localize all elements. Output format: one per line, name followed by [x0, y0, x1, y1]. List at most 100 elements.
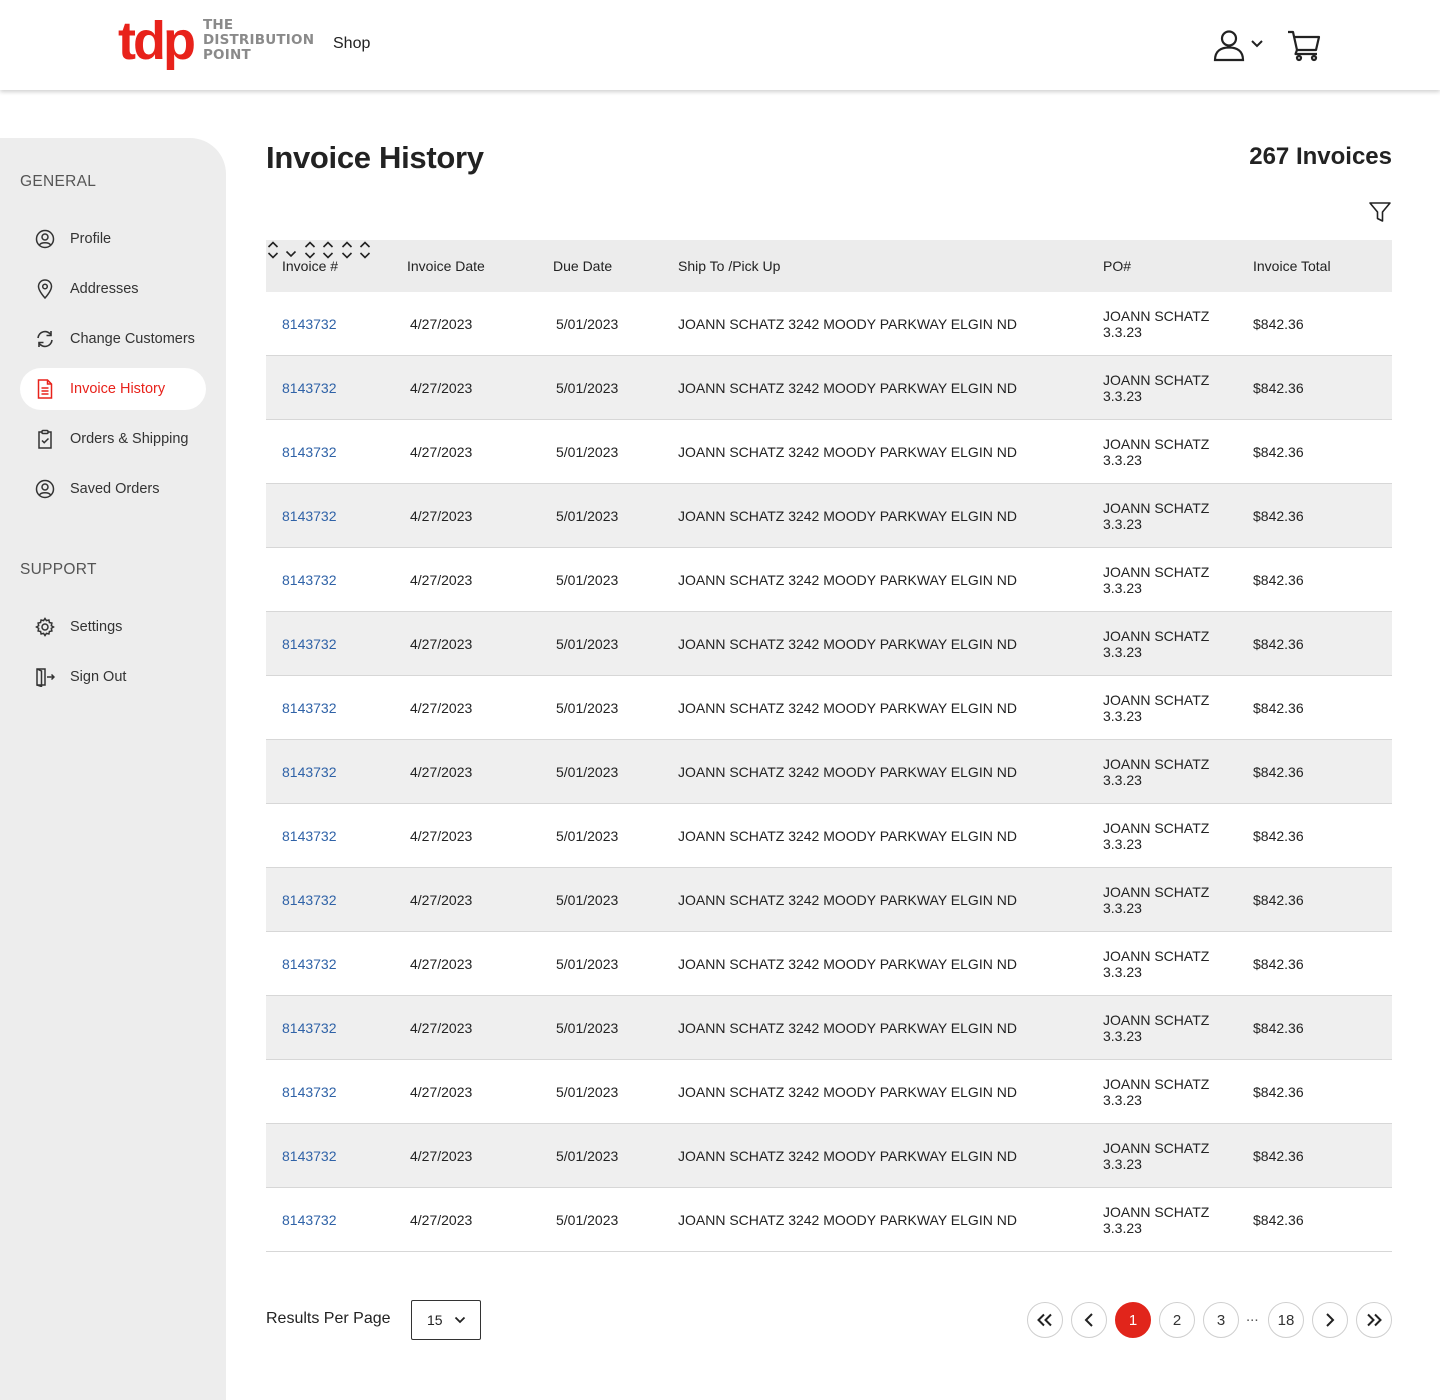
po-number-cell: JOANN SCHATZ 3.3.23: [1103, 996, 1209, 1060]
ship-to-cell: JOANN SCHATZ 3242 MOODY PARKWAY ELGIN ND: [678, 956, 1017, 972]
po-line-1: JOANN SCHATZ: [1103, 372, 1210, 388]
invoice-number-link[interactable]: 8143732: [282, 996, 337, 1060]
invoice-number-link[interactable]: 8143732: [282, 356, 337, 420]
logo-line-1: THE: [202, 17, 234, 33]
po-number-cell: JOANN SCHATZ 3.3.23: [1103, 676, 1209, 740]
invoice-number-link[interactable]: 8143732: [282, 548, 337, 612]
chevron-down-icon: [454, 1316, 466, 1324]
po-line-1: JOANN SCHATZ: [1103, 308, 1210, 324]
invoice-number-link[interactable]: 8143732: [282, 932, 337, 996]
po-line-1: JOANN SCHATZ: [1103, 436, 1210, 452]
chevron-down-icon[interactable]: [1250, 38, 1264, 50]
pagination: 1 2 3 ... 18: [1027, 1302, 1392, 1338]
ship-to-cell: JOANN SCHATZ 3242 MOODY PARKWAY ELGIN ND: [678, 1084, 1017, 1100]
invoice-number-link[interactable]: 8143732: [282, 740, 337, 804]
chevron-right-icon: [1326, 1313, 1335, 1327]
column-header-invoice-number[interactable]: Invoice #: [282, 240, 338, 292]
due-date-cell: 5/01/2023: [556, 764, 619, 780]
table-row: 8143732 4/27/2023 5/01/2023 JOANN SCHATZ…: [266, 484, 1392, 548]
table-row: 8143732 4/27/2023 5/01/2023 JOANN SCHATZ…: [266, 548, 1392, 612]
po-line-1: JOANN SCHATZ: [1103, 628, 1210, 644]
invoice-total-cell: $842.36: [1253, 316, 1304, 332]
invoice-number-link[interactable]: 8143732: [282, 868, 337, 932]
nav-shop-link[interactable]: Shop: [333, 35, 370, 53]
pagination-ellipsis: ...: [1246, 1308, 1259, 1325]
sidebar-item-addresses[interactable]: Addresses: [20, 268, 206, 310]
cart-icon[interactable]: [1286, 28, 1322, 62]
po-line-2: 3.3.23: [1103, 1156, 1142, 1172]
invoice-number-link[interactable]: 8143732: [282, 1060, 337, 1124]
due-date-cell: 5/01/2023: [556, 956, 619, 972]
invoice-number-link[interactable]: 8143732: [282, 1124, 337, 1188]
due-date-cell: 5/01/2023: [556, 1148, 619, 1164]
sidebar-item-invoice-history[interactable]: Invoice History: [20, 368, 206, 410]
page-button-1[interactable]: 1: [1115, 1302, 1151, 1338]
due-date-cell: 5/01/2023: [556, 508, 619, 524]
po-number-cell: JOANN SCHATZ 3.3.23: [1103, 356, 1209, 420]
clipboard-check-icon: [34, 428, 56, 450]
invoice-date-cell: 4/27/2023: [410, 444, 473, 460]
po-number-cell: JOANN SCHATZ 3.3.23: [1103, 420, 1209, 484]
po-number-cell: JOANN SCHATZ 3.3.23: [1103, 804, 1209, 868]
next-page-button[interactable]: [1312, 1302, 1348, 1338]
due-date-cell: 5/01/2023: [556, 1020, 619, 1036]
po-line-1: JOANN SCHATZ: [1103, 692, 1210, 708]
page-button-last[interactable]: 18: [1268, 1302, 1304, 1338]
po-line-2: 3.3.23: [1103, 900, 1142, 916]
invoice-number-link[interactable]: 8143732: [282, 484, 337, 548]
ship-to-cell: JOANN SCHATZ 3242 MOODY PARKWAY ELGIN ND: [678, 444, 1017, 460]
invoice-number-link[interactable]: 8143732: [282, 804, 337, 868]
due-date-cell: 5/01/2023: [556, 380, 619, 396]
user-account-icon[interactable]: [1212, 28, 1246, 62]
invoice-date-cell: 4/27/2023: [410, 892, 473, 908]
sidebar-item-label: Settings: [70, 619, 123, 635]
column-header-due-date[interactable]: Due Date: [553, 240, 612, 292]
sidebar-item-profile[interactable]: Profile: [20, 218, 206, 260]
ship-to-cell: JOANN SCHATZ 3242 MOODY PARKWAY ELGIN ND: [678, 508, 1017, 524]
results-per-page-select[interactable]: 15: [411, 1300, 481, 1340]
last-page-button[interactable]: [1356, 1302, 1392, 1338]
sort-icon[interactable]: [340, 240, 354, 260]
invoice-number-link[interactable]: 8143732: [282, 676, 337, 740]
sidebar-item-change-customers[interactable]: Change Customers: [20, 318, 206, 360]
sidebar-item-label: Invoice History: [70, 381, 166, 397]
sidebar-item-settings[interactable]: Settings: [20, 606, 206, 648]
ship-to-cell: JOANN SCHATZ 3242 MOODY PARKWAY ELGIN ND: [678, 572, 1017, 588]
table-row: 8143732 4/27/2023 5/01/2023 JOANN SCHATZ…: [266, 356, 1392, 420]
table-row: 8143732 4/27/2023 5/01/2023 JOANN SCHATZ…: [266, 1124, 1392, 1188]
first-page-button[interactable]: [1027, 1302, 1063, 1338]
document-icon: [34, 378, 56, 400]
table-row: 8143732 4/27/2023 5/01/2023 JOANN SCHATZ…: [266, 612, 1392, 676]
column-header-invoice-total[interactable]: Invoice Total: [1253, 240, 1331, 292]
ship-to-cell: JOANN SCHATZ 3242 MOODY PARKWAY ELGIN ND: [678, 1148, 1017, 1164]
ship-to-cell: JOANN SCHATZ 3242 MOODY PARKWAY ELGIN ND: [678, 892, 1017, 908]
column-header-invoice-date[interactable]: Invoice Date: [407, 240, 485, 292]
po-line-1: JOANN SCHATZ: [1103, 1140, 1210, 1156]
sort-icon[interactable]: [358, 240, 372, 260]
sort-icon[interactable]: [266, 240, 280, 260]
invoice-number-link[interactable]: 8143732: [282, 420, 337, 484]
po-line-2: 3.3.23: [1103, 452, 1142, 468]
page-button-2[interactable]: 2: [1159, 1302, 1195, 1338]
invoice-date-cell: 4/27/2023: [410, 636, 473, 652]
sidebar-item-orders-shipping[interactable]: Orders & Shipping: [20, 418, 206, 460]
account-sidebar: GENERAL Profile Addresses Change Custome…: [0, 138, 226, 1400]
tdp-logo[interactable]: tdp THE DISTRIBUTION POINT: [118, 14, 314, 68]
column-header-po-number[interactable]: PO#: [1103, 240, 1131, 292]
invoice-number-link[interactable]: 8143732: [282, 612, 337, 676]
invoice-number-link[interactable]: 8143732: [282, 292, 337, 356]
column-header-ship-to[interactable]: Ship To /Pick Up: [678, 240, 780, 292]
sidebar-item-label: Saved Orders: [70, 481, 160, 497]
filter-icon[interactable]: [1368, 201, 1392, 223]
po-line-1: JOANN SCHATZ: [1103, 820, 1210, 836]
table-row: 8143732 4/27/2023 5/01/2023 JOANN SCHATZ…: [266, 1188, 1392, 1252]
previous-page-button[interactable]: [1071, 1302, 1107, 1338]
ship-to-cell: JOANN SCHATZ 3242 MOODY PARKWAY ELGIN ND: [678, 700, 1017, 716]
sidebar-item-saved-orders[interactable]: Saved Orders: [20, 468, 206, 510]
sidebar-item-sign-out[interactable]: Sign Out: [20, 656, 206, 698]
invoice-total-cell: $842.36: [1253, 636, 1304, 652]
invoice-number-link[interactable]: 8143732: [282, 1188, 337, 1252]
due-date-cell: 5/01/2023: [556, 636, 619, 652]
gear-icon: [34, 616, 56, 638]
page-button-3[interactable]: 3: [1203, 1302, 1239, 1338]
